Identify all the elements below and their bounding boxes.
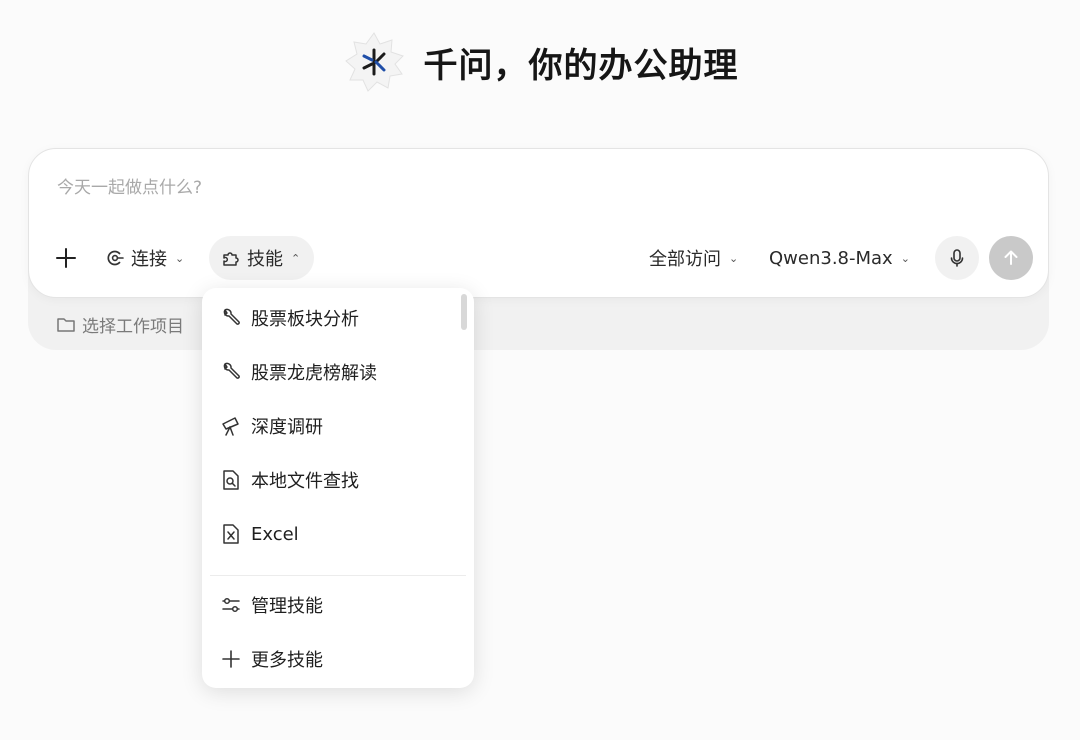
- send-button[interactable]: [989, 236, 1033, 280]
- wrench-icon: [223, 362, 240, 379]
- add-button[interactable]: [51, 236, 81, 280]
- chevron-up-icon: ⌃: [291, 251, 301, 265]
- model-label: Qwen3.8-Max: [769, 247, 893, 269]
- wrench-icon: [223, 308, 240, 325]
- connect-button[interactable]: 连接 ⌄: [105, 236, 184, 280]
- prompt-input[interactable]: 今天一起做点什么?: [57, 173, 202, 198]
- menu-item-manage-skills[interactable]: 管理技能: [220, 588, 456, 622]
- microphone-button[interactable]: [935, 236, 979, 280]
- menu-item-label: 更多技能: [251, 650, 323, 671]
- header: 千问，你的办公助理: [0, 28, 1080, 96]
- qwen-logo-icon: [342, 30, 406, 94]
- file-search-icon: [223, 470, 239, 490]
- menu-item-stock-sector[interactable]: 股票板块分析: [220, 301, 456, 335]
- sliders-icon: [222, 597, 240, 613]
- menu-item-more-skills[interactable]: 更多技能: [220, 642, 456, 676]
- folder-icon: [57, 317, 75, 332]
- puzzle-icon: [223, 252, 239, 266]
- excel-file-icon: [223, 524, 239, 544]
- telescope-icon: [222, 417, 239, 436]
- skills-dropdown: 股票板块分析 股票龙虎榜解读 深度调研 本地文件查找 Excel 管理技能 更多…: [202, 288, 474, 688]
- skill-button[interactable]: 技能 ⌃: [209, 236, 315, 280]
- project-selector[interactable]: 选择工作项目: [56, 312, 184, 337]
- plus-icon: [222, 650, 240, 668]
- menu-item-label: 深度调研: [251, 417, 323, 438]
- access-label: 全部访问: [649, 249, 721, 270]
- plus-icon: [56, 248, 76, 268]
- connect-icon: [107, 250, 124, 266]
- page-title: 千问，你的办公助理: [423, 45, 739, 86]
- menu-item-label: 管理技能: [251, 596, 323, 617]
- menu-divider: [210, 575, 466, 576]
- menu-item-dragon-tiger[interactable]: 股票龙虎榜解读: [220, 355, 456, 389]
- composer-box: 今天一起做点什么? 连接 ⌄ 技能 ⌃ 全部访问 ⌄ Qwen3.8-Max ⌄: [28, 148, 1049, 298]
- chevron-down-icon: ⌄: [175, 251, 185, 265]
- menu-item-label: Excel: [251, 523, 299, 545]
- access-scope-button[interactable]: 全部访问 ⌄: [649, 236, 738, 280]
- project-label: 选择工作项目: [82, 317, 184, 337]
- menu-item-excel[interactable]: Excel: [220, 517, 456, 551]
- scrollbar[interactable]: [461, 294, 467, 330]
- connect-label: 连接: [131, 249, 167, 270]
- menu-item-local-file-search[interactable]: 本地文件查找: [220, 463, 456, 497]
- microphone-icon: [950, 249, 964, 267]
- menu-item-label: 股票板块分析: [251, 309, 359, 330]
- arrow-up-icon: [1004, 250, 1018, 265]
- chevron-down-icon: ⌄: [900, 251, 910, 265]
- chevron-down-icon: ⌄: [729, 251, 739, 265]
- menu-item-deep-research[interactable]: 深度调研: [220, 409, 456, 443]
- menu-item-label: 本地文件查找: [251, 471, 359, 492]
- model-select-button[interactable]: Qwen3.8-Max ⌄: [769, 236, 910, 280]
- skill-label: 技能: [247, 249, 283, 270]
- menu-item-label: 股票龙虎榜解读: [251, 363, 377, 384]
